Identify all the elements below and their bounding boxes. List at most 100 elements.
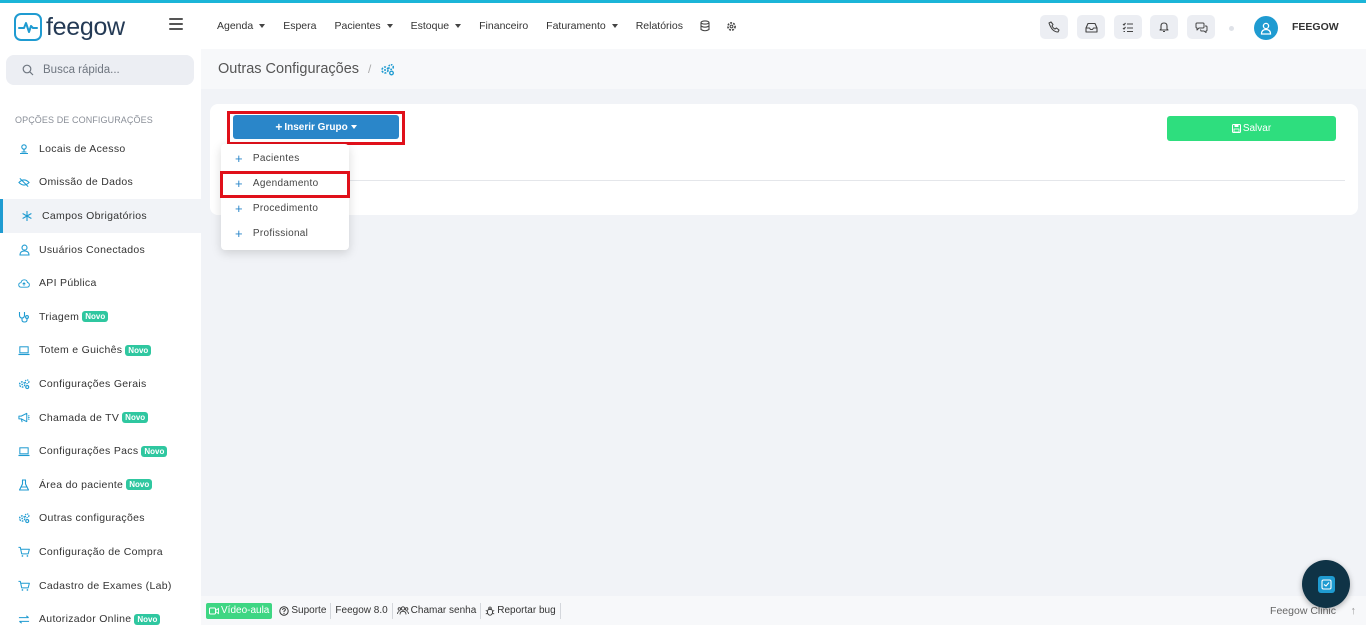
sidebar-item-locais-de-acesso[interactable]: Locais de Acesso	[0, 132, 201, 166]
plus-icon: +	[235, 226, 243, 241]
dropdown-item-pacientes[interactable]: + Pacientes	[221, 146, 349, 171]
sidebar-item-triagem[interactable]: Triagem Novo	[0, 300, 201, 334]
nav-item-espera[interactable]: Espera	[274, 20, 325, 32]
report-bug-link[interactable]: Reportar bug	[481, 602, 561, 619]
laptop-icon	[18, 445, 30, 457]
sidebar-item-label: Configurações Pacs	[39, 445, 139, 458]
task-list-icon[interactable]	[1114, 15, 1142, 39]
call-ticket-link[interactable]: Chamar senha	[393, 602, 482, 619]
sidebar-item-totem-e-guiches[interactable]: Totem e Guichês Novo	[0, 334, 201, 368]
sidebar-item-cadastro-de-exames-lab[interactable]: Cadastro de Exames (Lab)	[0, 569, 201, 603]
sidebar-item-api-publica[interactable]: API Pública	[0, 266, 201, 300]
dropdown-item-label: Profissional	[252, 228, 309, 239]
sidebar-item-label: Usuários Conectados	[39, 243, 146, 256]
quick-search[interactable]	[6, 55, 194, 85]
sidebar: OPÇÕES DE CONFIGURAÇÕES Locais de Acesso…	[0, 49, 201, 625]
nav-item-label: Espera	[283, 20, 317, 32]
dropdown-item-profissional[interactable]: + Profissional	[221, 221, 349, 246]
nav-item-relatorios[interactable]: Relatórios	[627, 20, 692, 32]
page-header: Outras Configurações /	[201, 49, 1366, 89]
nav-item-label: Faturamento	[546, 20, 606, 32]
search-icon	[22, 64, 34, 76]
map-pin-icon	[18, 143, 30, 155]
logo-text: feegow	[46, 13, 125, 41]
breadcrumb-separator: /	[368, 62, 372, 76]
gear-icon[interactable]	[718, 21, 745, 32]
search-input[interactable]	[43, 64, 183, 76]
config-panel: + Inserir Grupo Salvar	[210, 104, 1358, 215]
plus-icon: +	[235, 201, 243, 216]
new-badge: Novo	[126, 479, 153, 491]
save-button[interactable]: Salvar	[1167, 116, 1336, 141]
floppy-disk-icon	[1231, 124, 1241, 133]
sidebar-item-label: Outras configurações	[39, 512, 145, 525]
sidebar-item-label: Chamada de TV	[39, 411, 120, 424]
sidebar-item-campos-obrigatorios[interactable]: Campos Obrigatórios	[0, 199, 201, 233]
database-icon[interactable]	[692, 20, 718, 32]
inbox-icon[interactable]	[1077, 15, 1105, 39]
nav-item-pacientes[interactable]: Pacientes	[325, 20, 401, 32]
video-lesson-button[interactable]: Vídeo-aula	[206, 602, 273, 619]
sidebar-item-configuracoes-gerais[interactable]: Configurações Gerais	[0, 367, 201, 401]
sidebar-item-label: Totem e Guichês	[39, 344, 123, 357]
nav-item-label: Pacientes	[334, 20, 381, 32]
arrow-up-icon[interactable]: ↑	[1351, 605, 1357, 617]
bell-icon[interactable]	[1150, 15, 1178, 39]
eye-off-icon	[18, 176, 30, 188]
chat-icon[interactable]	[1187, 15, 1215, 39]
dropdown-item-procedimento[interactable]: + Procedimento	[221, 196, 349, 221]
sidebar-item-usuarios-conectados[interactable]: Usuários Conectados	[0, 233, 201, 267]
sidebar-item-chamada-de-tv[interactable]: Chamada de TV Novo	[0, 401, 201, 435]
footer: Vídeo-aula Suporte Feegow 8.0 Chamar sen…	[201, 596, 1366, 625]
sidebar-item-label: Triagem	[39, 310, 80, 323]
nav-item-estoque[interactable]: Estoque	[402, 20, 471, 32]
nav-item-label: Estoque	[410, 20, 450, 32]
nav-item-agenda[interactable]: Agenda	[208, 20, 274, 32]
hamburger-menu-icon[interactable]	[169, 18, 183, 33]
sidebar-item-area-do-paciente[interactable]: Área do paciente Novo	[0, 468, 201, 502]
dropdown-item-label: Procedimento	[252, 203, 319, 214]
highlight-insert-group	[227, 111, 405, 145]
laptop-icon	[18, 344, 30, 356]
user-avatar-icon[interactable]	[1254, 16, 1278, 40]
sidebar-item-configuracao-de-compra[interactable]: Configuração de Compra	[0, 535, 201, 569]
floating-action-button[interactable]	[1302, 560, 1350, 608]
gears-icon	[18, 512, 30, 524]
dropdown-item-label: Pacientes	[252, 153, 300, 164]
nav-item-financeiro[interactable]: Financeiro	[470, 20, 537, 32]
cart-icon	[18, 546, 30, 558]
cloud-upload-icon	[18, 277, 30, 289]
nav-item-label: Agenda	[217, 20, 254, 32]
support-link[interactable]: Suporte	[275, 602, 332, 619]
support-label: Suporte	[291, 605, 327, 616]
caret-down-icon	[259, 24, 266, 28]
user-icon	[18, 244, 30, 256]
video-icon	[209, 607, 219, 615]
cart-icon	[18, 580, 30, 592]
bug-icon	[485, 606, 495, 616]
stethoscope-icon	[18, 311, 30, 323]
highlight-agendamento	[220, 171, 350, 198]
transfer-icon	[18, 613, 30, 625]
nav-item-faturamento[interactable]: Faturamento	[537, 20, 627, 32]
feegow-logo[interactable]: feegow	[14, 13, 125, 41]
chat-widget-icon	[1317, 575, 1335, 593]
nav-item-label: Financeiro	[479, 20, 529, 32]
plus-icon: +	[235, 151, 243, 166]
gears-icon	[18, 378, 30, 390]
main-nav: Agenda Espera Pacientes Estoque Financeiro Fa…	[208, 3, 745, 49]
new-badge: Novo	[141, 445, 168, 457]
sidebar-item-outras-configuracoes[interactable]: Outras configurações	[0, 502, 201, 536]
version-label: Feegow 8.0	[331, 602, 393, 619]
sidebar-item-label: Locais de Acesso	[39, 142, 126, 155]
nav-item-label: Relatórios	[635, 20, 683, 32]
sidebar-item-autorizador-online[interactable]: Autorizador Online Novo	[0, 602, 201, 625]
sidebar-heading: OPÇÕES DE CONFIGURAÇÕES	[15, 115, 153, 125]
sidebar-item-label: Configuração de Compra	[39, 545, 163, 558]
phone-icon[interactable]	[1040, 15, 1068, 39]
sidebar-item-configuracoes-pacs[interactable]: Configurações Pacs Novo	[0, 434, 201, 468]
user-name[interactable]: FEEGOW	[1292, 21, 1339, 33]
sidebar-item-omissao-de-dados[interactable]: Omissão de Dados	[0, 166, 201, 200]
page-title: Outras Configurações	[218, 61, 360, 77]
report-bug-label: Reportar bug	[497, 605, 556, 616]
